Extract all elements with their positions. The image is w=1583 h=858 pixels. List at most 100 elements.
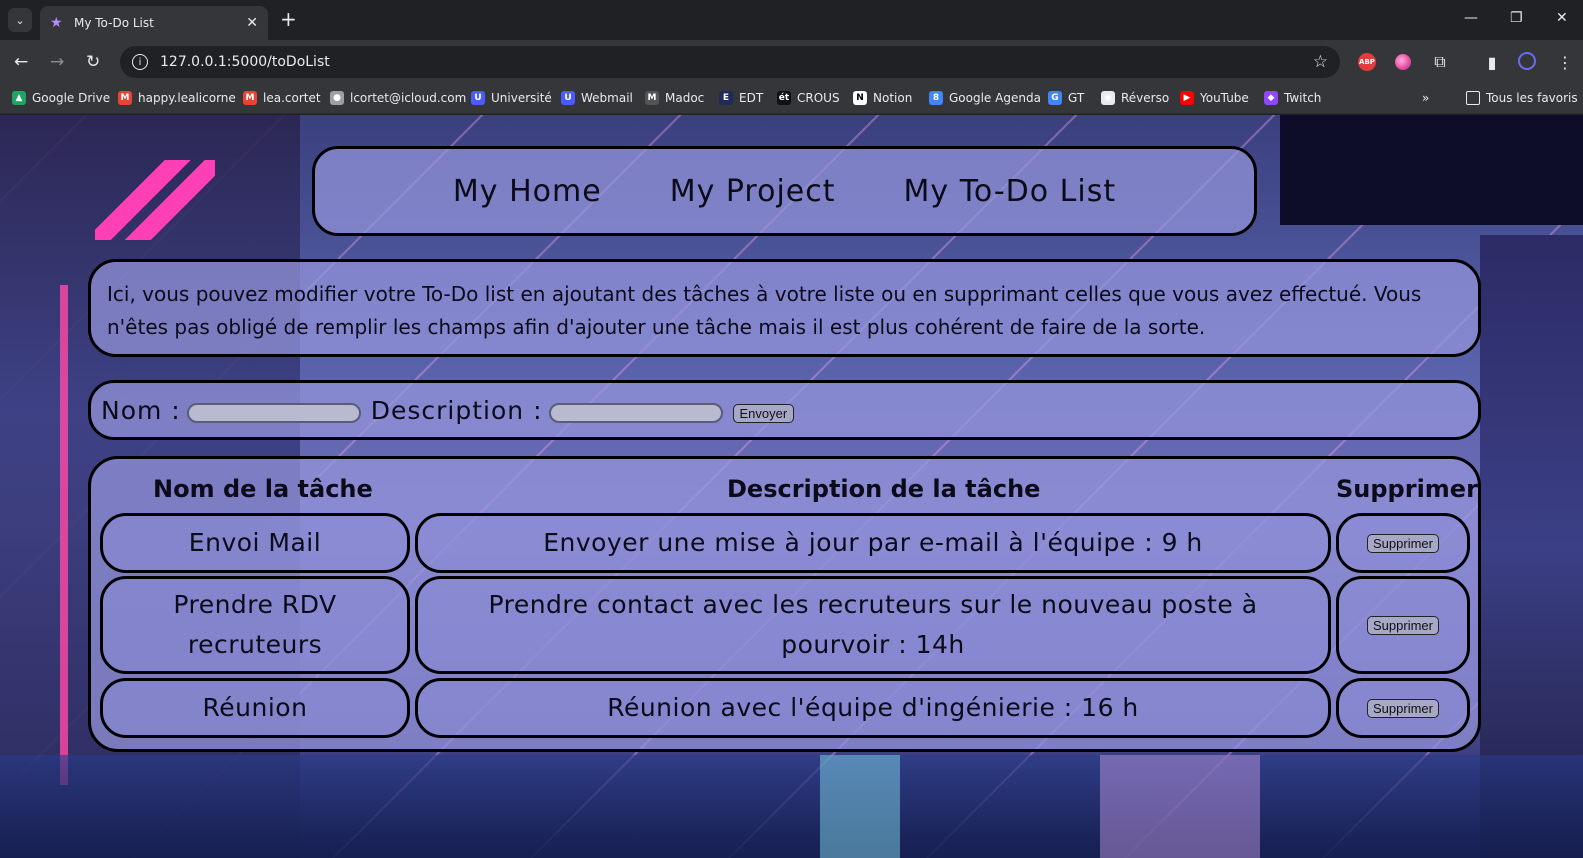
browser-toolbar: ← → ↻ i 127.0.0.1:5000/toDoList ☆ ABP ⧉ … bbox=[0, 40, 1583, 84]
tab-strip: ⌄ ★ My To-Do List ✕ + — ❐ ✕ bbox=[0, 0, 1583, 40]
bookmark-label: lcortet@icloud.com bbox=[350, 91, 467, 105]
bookmark-label: YouTube bbox=[1200, 91, 1249, 105]
nav-todo-link[interactable]: My To-Do List bbox=[904, 174, 1117, 209]
side-panel-icon[interactable]: ▮ bbox=[1482, 52, 1502, 72]
close-tab-icon[interactable]: ✕ bbox=[246, 15, 258, 31]
task-table: Nom de la tâche Description de la tâche … bbox=[88, 456, 1481, 752]
bookmark-label: Google Agenda bbox=[949, 91, 1041, 105]
bookmark-item[interactable]: ◉ Réverso bbox=[1101, 91, 1169, 105]
nav-home-link[interactable]: My Home bbox=[453, 174, 602, 209]
bg-cyan-window bbox=[820, 755, 900, 858]
tab-title: My To-Do List bbox=[74, 16, 154, 30]
delete-button[interactable]: Supprimer bbox=[1367, 533, 1439, 553]
profile-avatar-icon[interactable] bbox=[1518, 52, 1536, 70]
bookmark-item[interactable]: ▲ Google Drive bbox=[12, 91, 110, 105]
bookmark-label: CROUS bbox=[797, 91, 840, 105]
reverso-icon: ◉ bbox=[1101, 91, 1115, 105]
madoc-icon: M bbox=[645, 91, 659, 105]
browser-tab[interactable]: ★ My To-Do List ✕ bbox=[40, 6, 268, 40]
bookmark-label: Réverso bbox=[1121, 91, 1170, 105]
reload-icon[interactable]: ↻ bbox=[86, 52, 100, 72]
bookmark-item[interactable]: U Webmail bbox=[561, 91, 633, 105]
university-icon: U bbox=[471, 91, 485, 105]
address-bar[interactable]: i 127.0.0.1:5000/toDoList ☆ bbox=[120, 46, 1340, 78]
header-task-name: Nom de la tâche bbox=[153, 475, 373, 503]
bg-neon-bar bbox=[60, 285, 68, 785]
star-favicon-icon: ★ bbox=[50, 15, 63, 31]
bookmarks-bar: ▲ Google Drive Mhappy.lealicorne Mlea.corte… bbox=[0, 84, 1583, 114]
task-description-cell: Réunion avec l'équipe d'ingénierie : 16 … bbox=[415, 678, 1331, 738]
menu-kebab-icon[interactable]: ⋮ bbox=[1555, 52, 1575, 72]
bookmark-label: GT bbox=[1068, 91, 1085, 105]
bookmark-label: lea.cortet bbox=[263, 91, 321, 105]
bookmark-item[interactable]: E EDT bbox=[719, 91, 763, 105]
bookmark-item[interactable]: U Université bbox=[471, 91, 552, 105]
bg-pink-sign bbox=[1100, 755, 1260, 858]
submit-button[interactable]: Envoyer bbox=[732, 403, 795, 423]
bookmark-star-icon[interactable]: ☆ bbox=[1313, 52, 1328, 72]
site-info-icon[interactable]: i bbox=[132, 54, 148, 70]
new-tab-icon[interactable]: + bbox=[280, 9, 297, 29]
bookmark-item[interactable]: ▶ YouTube bbox=[1180, 91, 1249, 105]
restore-icon[interactable]: ❐ bbox=[1510, 10, 1523, 26]
header-task-description: Description de la tâche bbox=[727, 475, 1041, 503]
bg-street bbox=[0, 755, 1583, 858]
all-bookmarks-label: Tous les favoris bbox=[1486, 91, 1578, 105]
more-bookmarks-icon[interactable]: » bbox=[1422, 91, 1429, 105]
bookmark-label: Webmail bbox=[581, 91, 633, 105]
gmail-icon: M bbox=[118, 91, 132, 105]
tab-search-chevron-icon[interactable]: ⌄ bbox=[8, 8, 32, 32]
main-nav: My Home My Project My To-Do List bbox=[312, 146, 1257, 236]
extensions-puzzle-icon[interactable]: ⧉ bbox=[1430, 52, 1450, 72]
bookmark-item[interactable]: N Notion bbox=[853, 91, 912, 105]
add-task-form: Nom : Description : Envoyer bbox=[88, 380, 1481, 440]
task-action-cell: Supprimer bbox=[1336, 513, 1470, 573]
task-description-cell: Prendre contact avec les recruteurs sur … bbox=[415, 576, 1331, 674]
name-input[interactable] bbox=[186, 403, 361, 423]
bookmark-item[interactable]: G GT bbox=[1048, 91, 1084, 105]
url-text[interactable]: 127.0.0.1:5000/toDoList bbox=[160, 54, 1313, 70]
task-name-cell: Réunion bbox=[100, 678, 410, 738]
bookmark-label: Université bbox=[491, 91, 552, 105]
bookmark-item[interactable]: ét CROUS bbox=[777, 91, 840, 105]
task-name-cell: Prendre RDV recruteurs bbox=[100, 576, 410, 674]
forward-icon[interactable]: → bbox=[50, 52, 64, 72]
nav-project-link[interactable]: My Project bbox=[670, 174, 836, 209]
edt-icon: E bbox=[719, 91, 733, 105]
folder-icon bbox=[1466, 91, 1480, 105]
bookmark-item[interactable]: Mlea.cortet bbox=[243, 91, 321, 105]
intro-text: Ici, vous pouvez modifier votre To-Do li… bbox=[88, 259, 1481, 357]
bookmark-item[interactable]: ◆ Twitch bbox=[1264, 91, 1321, 105]
name-label: Nom : bbox=[101, 395, 181, 425]
page-background: My Home My Project My To-Do List Ici, vo… bbox=[0, 115, 1583, 858]
description-input[interactable] bbox=[548, 403, 723, 423]
close-window-icon[interactable]: ✕ bbox=[1556, 10, 1568, 26]
google-translate-icon: G bbox=[1048, 91, 1062, 105]
delete-button[interactable]: Supprimer bbox=[1367, 698, 1439, 718]
google-agenda-icon: 8 bbox=[929, 91, 943, 105]
delete-button[interactable]: Supprimer bbox=[1367, 615, 1439, 635]
google-drive-icon: ▲ bbox=[12, 91, 26, 105]
notion-icon: N bbox=[853, 91, 867, 105]
bookmark-item[interactable]: M Madoc bbox=[645, 91, 704, 105]
minimize-icon[interactable]: — bbox=[1464, 10, 1478, 26]
bookmark-item[interactable]: Mhappy.lealicorne bbox=[118, 91, 236, 105]
bg-dark-sky bbox=[1280, 115, 1583, 225]
apple-icon: ● bbox=[330, 91, 344, 105]
adblock-plus-icon[interactable]: ABP bbox=[1358, 53, 1376, 71]
crous-icon: ét bbox=[777, 91, 791, 105]
bookmark-label: Google Drive bbox=[32, 91, 111, 105]
bookmark-label: EDT bbox=[739, 91, 764, 105]
extension-orb-icon[interactable] bbox=[1395, 54, 1411, 70]
bookmark-item[interactable]: ● lcortet@icloud.com bbox=[330, 91, 466, 105]
description-label: Description : bbox=[370, 395, 543, 425]
twitch-icon: ◆ bbox=[1264, 91, 1278, 105]
task-action-cell: Supprimer bbox=[1336, 678, 1470, 738]
all-bookmarks-folder[interactable]: Tous les favoris bbox=[1466, 91, 1578, 105]
gmail-icon: M bbox=[243, 91, 257, 105]
task-name-cell: Envoi Mail bbox=[100, 513, 410, 573]
youtube-icon: ▶ bbox=[1180, 91, 1194, 105]
bookmark-label: Madoc bbox=[665, 91, 705, 105]
back-icon[interactable]: ← bbox=[14, 52, 28, 72]
bookmark-item[interactable]: 8 Google Agenda bbox=[929, 91, 1041, 105]
